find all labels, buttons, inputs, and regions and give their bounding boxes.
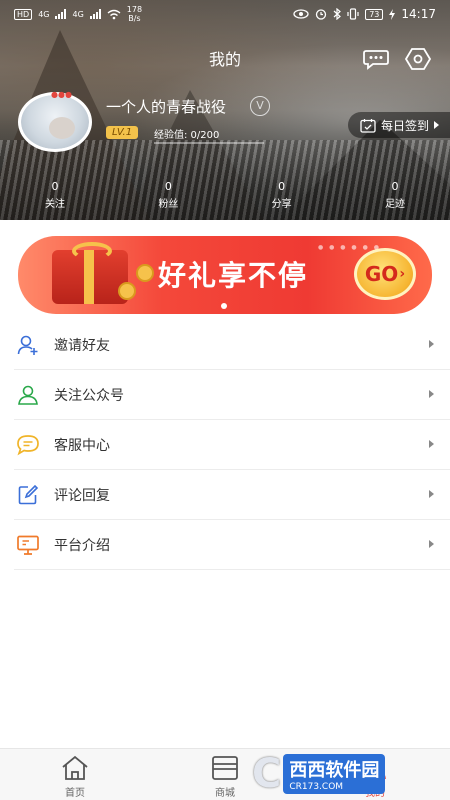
- menu-item-label: 关注公众号: [54, 387, 124, 404]
- status-bar: HD 4G 4G 178 B/s 73 14:17: [0, 0, 450, 28]
- signal-icon: [55, 9, 67, 19]
- experience-progress: [154, 142, 264, 144]
- wifi-icon: [107, 9, 121, 19]
- hd-badge: HD: [14, 8, 33, 20]
- clock: 14:17: [401, 7, 436, 21]
- eye-icon: [293, 9, 309, 19]
- vibrate-icon: [347, 8, 359, 20]
- menu-item-label: 邀请好友: [54, 337, 110, 354]
- chevron-right-icon: [429, 440, 434, 448]
- network-label: 4G: [72, 9, 84, 19]
- menu-item-customer-service[interactable]: 客服中心: [14, 420, 450, 470]
- page-title: 我的: [208, 50, 241, 69]
- menu-item-comment-replies[interactable]: 评论回复: [14, 470, 450, 520]
- daily-checkin-label: 每日签到: [381, 118, 430, 133]
- title-bar: 我的: [0, 40, 450, 76]
- charging-icon: [389, 8, 396, 20]
- avatar[interactable]: [18, 92, 92, 152]
- stats-row: 0 关注 0 粉丝 0 分享 0 足迹: [0, 180, 450, 214]
- signal-icon: [89, 9, 101, 19]
- user-follow-icon: [14, 381, 42, 409]
- vip-icon[interactable]: V: [250, 96, 270, 116]
- username: 一个人的青春战役: [106, 98, 227, 116]
- nav-home[interactable]: 首页: [0, 749, 150, 800]
- chevron-right-icon: [429, 490, 434, 498]
- chevron-right-icon: [429, 540, 434, 548]
- profile-info: ●●● 一个人的青春战役 V LV.1 经验值: 0/200 每日签到: [18, 90, 450, 162]
- menu-item-label: 客服中心: [54, 437, 110, 454]
- carousel-indicator: [221, 303, 227, 309]
- chevron-right-icon: [434, 121, 440, 129]
- chevron-right-icon: [429, 340, 434, 348]
- stat-shares[interactable]: 0 分享: [257, 180, 307, 214]
- stat-following[interactable]: 0 关注: [30, 180, 80, 214]
- menu-item-platform-intro[interactable]: 平台介绍: [14, 520, 450, 570]
- chevron-right-icon: [429, 390, 434, 398]
- chat-bubble-icon[interactable]: [362, 45, 390, 73]
- stat-fans[interactable]: 0 粉丝: [143, 180, 193, 214]
- coin-icon: [118, 282, 136, 300]
- daily-checkin-button[interactable]: 每日签到: [348, 112, 450, 138]
- hexagon-settings-icon[interactable]: [404, 45, 432, 73]
- menu-item-label: 平台介绍: [54, 537, 110, 554]
- calendar-check-icon: [360, 118, 376, 133]
- network-speed: 178 B/s: [126, 5, 143, 23]
- menu-item-label: 评论回复: [54, 487, 110, 504]
- edit-comment-icon: [14, 481, 42, 509]
- level-badge: LV.1: [106, 126, 139, 139]
- alarm-icon: [316, 9, 327, 20]
- menu-item-invite-friends[interactable]: 邀请好友: [14, 320, 450, 370]
- battery-indicator: 73: [365, 8, 384, 20]
- bluetooth-icon: [333, 8, 342, 20]
- invite-user-icon: [14, 331, 42, 359]
- network-label: 4G: [38, 9, 50, 19]
- chat-service-icon: [14, 431, 42, 459]
- stat-footprints[interactable]: 0 足迹: [370, 180, 420, 214]
- experience-label: 经验值: 0/200: [154, 130, 220, 141]
- profile-header: HD 4G 4G 178 B/s 73 14:17 我的 ●●● 一个人的青春战…: [0, 0, 450, 220]
- menu-item-follow-account[interactable]: 关注公众号: [14, 370, 450, 420]
- menu-list: 邀请好友 关注公众号 客服中心 评论回复 平台介绍: [0, 320, 450, 570]
- store-icon: [212, 756, 238, 780]
- monitor-icon: [14, 531, 42, 559]
- watermark-logo: C 西西软件园 CR173.COM: [252, 751, 432, 797]
- coin-icon: [136, 264, 154, 282]
- banner-go-button[interactable]: GO ›: [354, 248, 416, 300]
- home-icon: [62, 755, 88, 780]
- banner-text: 好礼享不停: [158, 259, 309, 292]
